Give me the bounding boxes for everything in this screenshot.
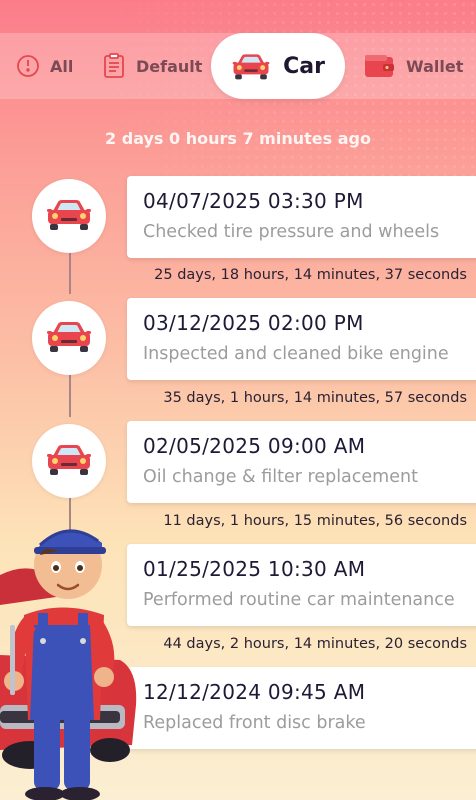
last-service-elapsed: 2 days 0 hours 7 minutes ago — [105, 129, 371, 148]
service-entry-card[interactable]: 03/12/2025 02:00 PM Inspected and cleane… — [127, 298, 476, 380]
tab-all-label: All — [50, 56, 74, 76]
timeline-node — [32, 424, 106, 498]
tab-car[interactable]: Car — [211, 33, 345, 99]
entry-description: Inspected and cleaned bike engine — [143, 344, 449, 364]
timeline-node — [32, 301, 106, 375]
entry-datetime: 02/05/2025 09:00 AM — [143, 434, 366, 458]
car-icon — [45, 442, 93, 480]
interval-duration: 11 days, 1 hours, 15 minutes, 56 seconds — [163, 513, 467, 529]
tab-default[interactable]: Default — [102, 33, 202, 99]
category-tab-bar: All Default Car Wallet — [0, 33, 476, 99]
service-entry-card[interactable]: 02/05/2025 09:00 AM Oil change & filter … — [127, 421, 476, 503]
car-icon — [45, 197, 93, 235]
timeline-node — [32, 179, 106, 253]
entry-description: Checked tire pressure and wheels — [143, 222, 440, 242]
mechanic-illustration — [0, 505, 140, 800]
interval-duration: 25 days, 18 hours, 14 minutes, 37 second… — [154, 267, 467, 283]
wallet-icon — [364, 53, 396, 79]
entry-datetime: 04/07/2025 03:30 PM — [143, 189, 364, 213]
timeline-connector — [69, 252, 71, 294]
background-pattern — [0, 0, 476, 200]
clock-icon — [16, 54, 40, 78]
entry-datetime: 01/25/2025 10:30 AM — [143, 557, 366, 581]
interval-duration: 35 days, 1 hours, 14 minutes, 57 seconds — [163, 390, 467, 406]
tab-wallet[interactable]: Wallet — [364, 33, 463, 99]
tab-default-label: Default — [136, 56, 203, 76]
car-icon — [231, 51, 271, 81]
car-icon — [45, 319, 93, 357]
entry-datetime: 12/12/2024 09:45 AM — [143, 680, 366, 704]
tab-wallet-label: Wallet — [406, 56, 464, 76]
interval-duration: 44 days, 2 hours, 14 minutes, 20 seconds — [163, 636, 467, 652]
service-entry-card[interactable]: 04/07/2025 03:30 PM Checked tire pressur… — [127, 176, 476, 258]
service-entry-card[interactable]: 12/12/2024 09:45 AM Replaced front disc … — [127, 667, 476, 749]
entry-description: Performed routine car maintenance — [143, 590, 455, 610]
timeline-connector — [69, 375, 71, 417]
tab-all[interactable]: All — [16, 33, 73, 99]
entry-datetime: 03/12/2025 02:00 PM — [143, 311, 364, 335]
entry-description: Oil change & filter replacement — [143, 467, 418, 487]
entry-description: Replaced front disc brake — [143, 713, 366, 733]
service-entry-card[interactable]: 01/25/2025 10:30 AM Performed routine ca… — [127, 544, 476, 626]
tab-car-label: Car — [283, 53, 325, 79]
clipboard-icon — [102, 53, 126, 79]
